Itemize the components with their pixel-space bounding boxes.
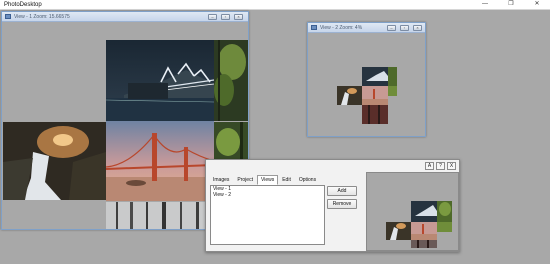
- tab-edit[interactable]: Edit: [278, 175, 295, 185]
- app-title: PhotoDesktop: [4, 2, 42, 8]
- preview-waterfall: [386, 222, 411, 240]
- photo-tile-waterfall[interactable]: [3, 122, 106, 200]
- view-2-restore-button[interactable]: ▫: [400, 25, 409, 31]
- view-1-minimize-button[interactable]: –: [208, 14, 217, 20]
- green-leaves-preview: [437, 222, 452, 232]
- waterfall-preview: [386, 222, 411, 240]
- list-item[interactable]: View - 2: [211, 192, 324, 198]
- view-2-title: View - 2 Zoom: 4%: [320, 25, 363, 31]
- view-1-title: View - 1 Zoom: 15.66575: [14, 14, 70, 20]
- view-1-restore-button[interactable]: ▫: [221, 14, 230, 20]
- preview-misty-forest: [411, 240, 437, 248]
- misty-forest-image: [106, 202, 214, 229]
- golden-gate-preview: [411, 222, 437, 240]
- golden-gate-image: [106, 121, 214, 201]
- views-panel[interactable]: A ? X Images Project Views Edit Options …: [205, 159, 460, 252]
- view-preview-canvas[interactable]: [366, 172, 459, 251]
- green-leaves-thumb: [388, 86, 397, 96]
- golden-gate-thumb: [362, 86, 388, 105]
- thumb-lit-bridge[interactable]: [362, 67, 388, 86]
- lit-bridge-preview: [411, 201, 437, 222]
- thumb-forest[interactable]: [388, 67, 397, 86]
- preview-golden-gate: [411, 222, 437, 240]
- panel-help-button[interactable]: ?: [436, 162, 445, 170]
- lit-bridge-thumb: [362, 67, 388, 86]
- panel-close-button[interactable]: X: [447, 162, 456, 170]
- view-2-window[interactable]: View - 2 Zoom: 4% – ▫ ×: [307, 22, 426, 137]
- thumb-waterfall[interactable]: [337, 86, 362, 105]
- preview-lit-bridge: [411, 201, 437, 222]
- lit-bridge-image: [106, 40, 214, 121]
- tab-options[interactable]: Options: [295, 175, 320, 185]
- misty-forest-preview: [411, 240, 437, 248]
- app-titlebar: PhotoDesktop — ❐ ✕: [0, 0, 550, 10]
- maximize-button[interactable]: ❐: [502, 0, 520, 9]
- remove-view-button[interactable]: Remove: [327, 199, 357, 209]
- waterfall-image: [3, 122, 106, 200]
- thumb-red-trees[interactable]: [362, 105, 388, 124]
- photo-tile-misty-forest[interactable]: [106, 202, 214, 229]
- view-2-canvas[interactable]: [308, 33, 425, 136]
- tab-images[interactable]: Images: [209, 175, 233, 185]
- close-button[interactable]: ✕: [528, 0, 546, 9]
- view-1-close-button[interactable]: ×: [234, 14, 243, 20]
- preview-forest: [437, 201, 452, 222]
- tab-project[interactable]: Project: [233, 175, 257, 185]
- photo-tile-green-leaves[interactable]: [214, 122, 248, 162]
- photo-tile-golden-gate[interactable]: [106, 121, 214, 201]
- waterfall-thumb: [337, 86, 362, 105]
- view-window-icon: [5, 14, 11, 19]
- forest-thumb: [388, 67, 397, 86]
- panel-tabs: Images Project Views Edit Options: [209, 175, 320, 185]
- thumb-golden-gate[interactable]: [362, 86, 388, 105]
- panel-a-button[interactable]: A: [425, 162, 434, 170]
- minimize-button[interactable]: —: [476, 0, 494, 9]
- view-2-minimize-button[interactable]: –: [387, 25, 396, 31]
- view-2-titlebar[interactable]: View - 2 Zoom: 4% – ▫ ×: [308, 23, 425, 33]
- thumb-green-leaves[interactable]: [388, 86, 397, 96]
- forest-preview: [437, 201, 452, 222]
- view-window-icon: [311, 25, 317, 30]
- tab-views[interactable]: Views: [256, 175, 279, 185]
- photo-tile-lit-bridge-night[interactable]: [106, 40, 214, 121]
- preview-green-leaves: [437, 222, 452, 232]
- view-1-titlebar[interactable]: View - 1 Zoom: 15.66575 – ▫ ×: [2, 12, 248, 22]
- forest-image: [214, 40, 248, 121]
- photo-tile-forest[interactable]: [214, 40, 248, 121]
- views-listbox[interactable]: View - 1 View - 2: [210, 185, 325, 245]
- red-trees-thumb: [362, 105, 388, 124]
- view-2-close-button[interactable]: ×: [413, 25, 422, 31]
- add-view-button[interactable]: Add: [327, 186, 357, 196]
- green-leaves-image: [214, 122, 248, 162]
